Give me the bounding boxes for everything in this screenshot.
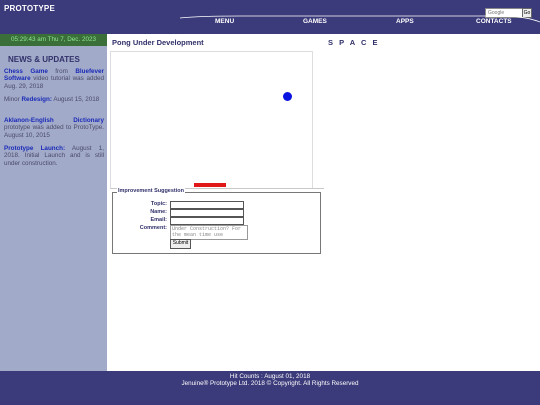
news-title: NEWS & UPDATES [8, 55, 80, 64]
news-link[interactable]: Prototype Launch: [4, 145, 65, 152]
pong-paddle[interactable] [194, 183, 226, 187]
email-label: Email: [150, 217, 167, 223]
news-item: Minor Redesign: August 15, 2018 [4, 96, 100, 103]
site-logo[interactable]: PROTOTYPE [4, 4, 55, 13]
news-link[interactable]: Aklanon-English Dictionary [4, 117, 104, 124]
submit-button[interactable]: Submit [170, 239, 191, 249]
news-item: Chess Game from Bluefever Software video… [4, 68, 105, 90]
nav-contacts[interactable]: CONTACTS [476, 18, 512, 25]
news-link[interactable]: Chess Game [4, 68, 48, 75]
news-item: Aklanon-English Dictionary prototype was… [4, 117, 104, 139]
topic-field[interactable] [170, 201, 244, 209]
name-label: Name: [150, 209, 167, 215]
form-legend: Improvement Suggestion [117, 188, 186, 194]
comment-label: Comment: [139, 225, 167, 231]
pong-ball [283, 92, 292, 101]
name-field[interactable] [170, 209, 244, 217]
nav-games[interactable]: GAMES [303, 18, 327, 25]
nav-menu[interactable]: MENU [215, 18, 234, 25]
topic-label: Topic: [150, 201, 167, 207]
news-item: Prototype Launch: August 1, 2018. Initia… [4, 145, 104, 167]
hit-counts: Hit Counts : August 01, 2018 [229, 373, 311, 380]
comment-field[interactable]: Under Construction? For the mean time us… [170, 225, 248, 240]
copyright: Jenuine® Prototype Ltd. 2018 © Copyright… [181, 380, 359, 387]
nav-apps[interactable]: APPS [396, 18, 414, 25]
clock-display: 05:29:43 am Thu 7, Dec. 2023 [0, 34, 107, 46]
pong-game-canvas[interactable] [110, 51, 313, 189]
news-link[interactable]: Redesign: [22, 96, 52, 103]
page-title: Pong Under Development [112, 38, 204, 47]
space-title: S P A C E [328, 38, 380, 47]
nav-curve-decoration [179, 15, 540, 23]
email-field[interactable] [170, 217, 244, 225]
